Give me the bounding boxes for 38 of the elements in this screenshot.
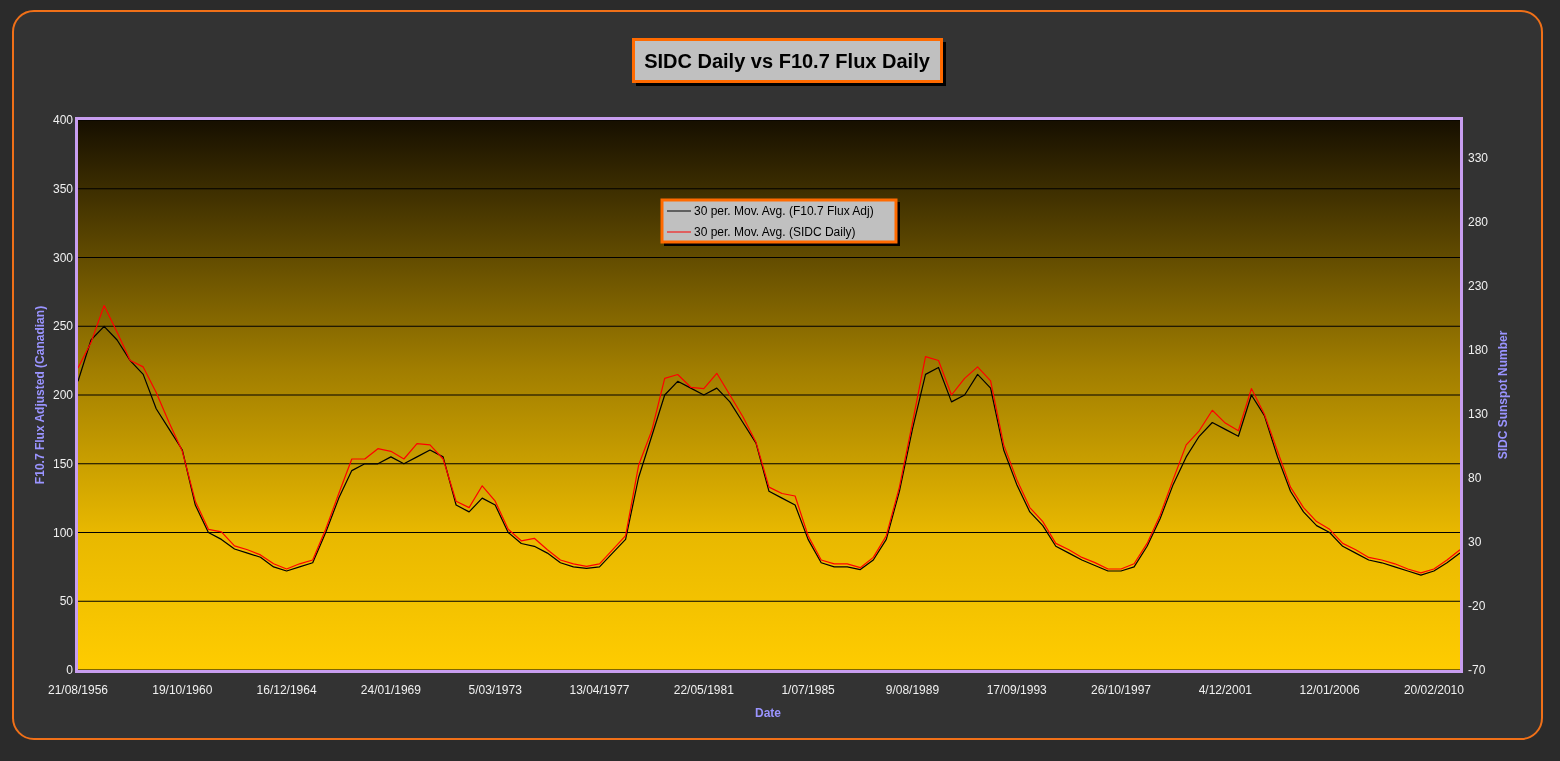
y-tick-label: 400: [52, 113, 73, 127]
y-tick-label: 0: [66, 663, 73, 677]
y2-tick-label: 330: [1468, 151, 1489, 166]
y2-tick-label: 180: [1468, 343, 1489, 358]
x-tick-label: 19/10/1960: [152, 683, 213, 697]
x-tick-label: 16/12/1964: [256, 683, 317, 697]
y2-tick-label: 230: [1468, 279, 1489, 294]
x-tick-label: 21/08/1956: [47, 683, 109, 697]
x-tick-label: 9/08/1989: [885, 683, 940, 697]
x-tick-label: 1/07/1985: [781, 683, 835, 697]
y-tick-label: 300: [52, 250, 73, 265]
x-tick-label: 4/12/2001: [1198, 683, 1252, 697]
x-axis-title: Date: [755, 706, 781, 720]
y-tick-label: 150: [52, 456, 73, 471]
y2-tick-label: 130: [1468, 407, 1489, 422]
y-tick-label: 50: [59, 594, 73, 609]
y-tick-label: 200: [52, 388, 73, 402]
y-tick-label: 250: [52, 319, 73, 334]
y2-tick-label: 80: [1468, 471, 1482, 486]
y2-tick-label: -70: [1468, 663, 1486, 677]
x-tick-label: 22/05/1981: [673, 683, 734, 697]
x-tick-label: 17/09/1993: [986, 683, 1047, 697]
x-tick-label: 24/01/1969: [360, 683, 421, 697]
x-tick-label: 12/01/2006: [1299, 683, 1360, 697]
y2-tick-label: 30: [1468, 535, 1482, 550]
y2-tick-label: 280: [1468, 215, 1489, 230]
legend-label: 30 per. Mov. Avg. (SIDC Daily): [694, 225, 856, 239]
x-tick-label: 26/10/1997: [1091, 683, 1152, 697]
y-tick-label: 100: [52, 525, 73, 540]
y-axis-title: F10.7 Flux Adjusted (Canadian): [33, 305, 47, 485]
y2-tick-label: -20: [1468, 599, 1486, 614]
chart-title: SIDC Daily vs F10.7 Flux Daily: [632, 38, 946, 86]
y2-axis-title: SIDC Sunspot Number: [1496, 330, 1510, 460]
legend-label: 30 per. Mov. Avg. (F10.7 Flux Adj): [694, 204, 874, 218]
x-tick-label: 5/03/1973: [468, 683, 522, 697]
x-tick-label: 13/04/1977: [569, 683, 630, 697]
y-tick-label: 350: [52, 181, 73, 196]
x-tick-label: 20/02/2010: [1403, 683, 1464, 697]
